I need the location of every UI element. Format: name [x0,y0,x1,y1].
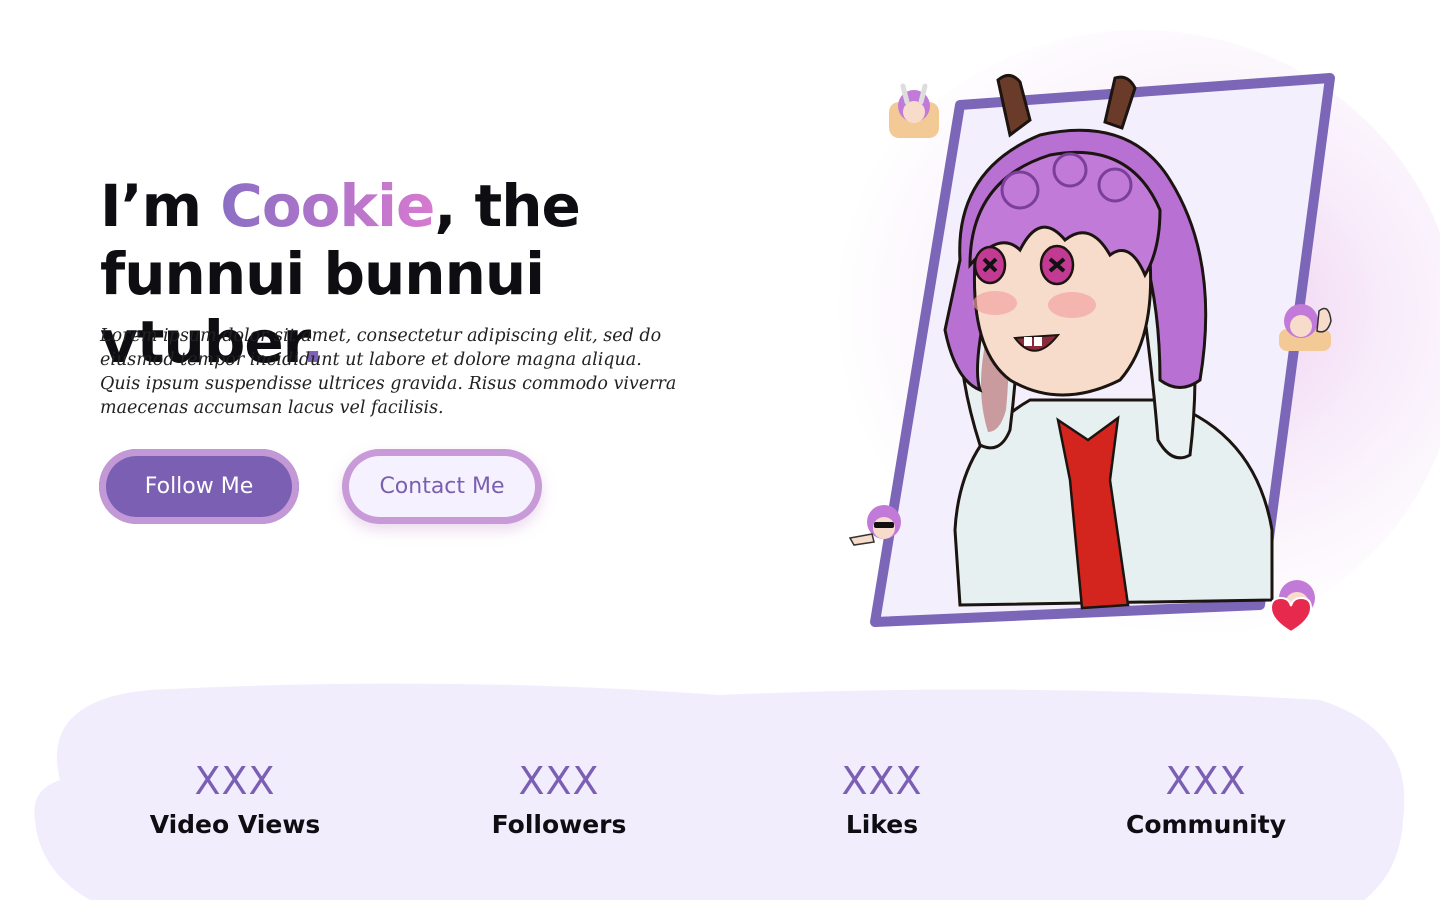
headline-name-accent: Cookie [220,172,435,240]
emote-sticker-icon [889,83,939,138]
headline-prefix: I’m [100,172,221,240]
stat-label: Video Views [149,810,321,839]
stat-value: XXX [518,759,600,803]
stat-label: Community [1125,810,1287,839]
stat-likes: XXX Likes [762,758,1002,842]
emote-heart-icon [1269,580,1315,632]
emote-cool-icon [848,505,901,546]
follow-me-button[interactable]: Follow Me [99,449,299,524]
stat-label: Followers [491,810,627,839]
stat-followers: XXX Followers [439,758,679,842]
stat-value: XXX [1165,759,1247,803]
contact-me-button[interactable]: Contact Me [342,449,542,524]
stat-video-views: XXX Video Views [115,758,355,842]
hero-description: Lorem ipsum dolor sit amet, consectetur … [100,326,677,418]
stat-value: XXX [194,759,276,803]
stat-community: XXX Community [1086,758,1326,842]
stat-label: Likes [845,810,919,839]
emote-wave-icon [1279,304,1332,351]
vtuber-portrait-illustration [870,73,1335,627]
stat-value: XXX [841,759,923,803]
